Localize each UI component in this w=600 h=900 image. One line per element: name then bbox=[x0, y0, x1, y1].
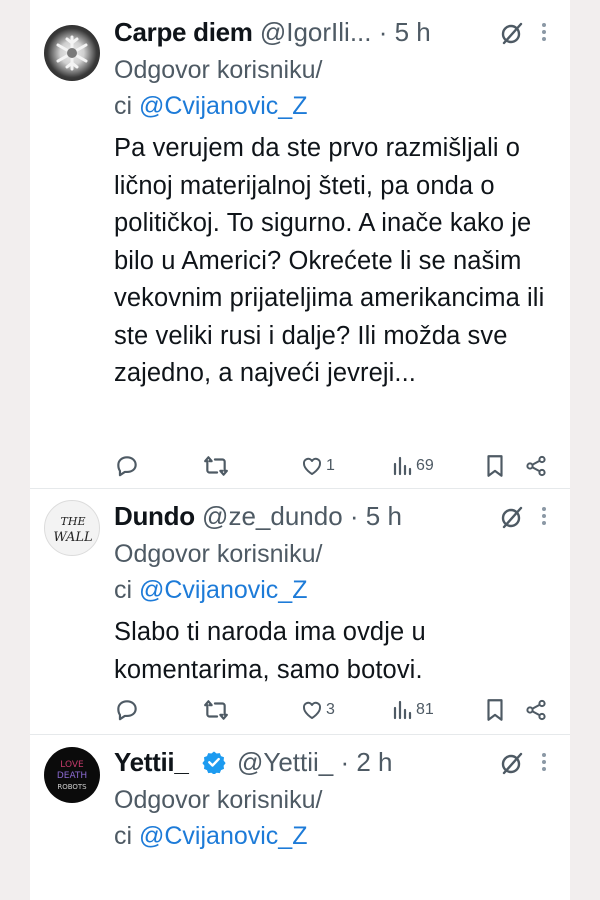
reply-button[interactable] bbox=[114, 694, 140, 726]
tweet-header: Dundo @ze_dundo · 5 h bbox=[114, 499, 556, 533]
bookmark-icon bbox=[487, 455, 503, 477]
avatar[interactable]: LOVE DEATH ROBOTS bbox=[44, 747, 100, 803]
separator-dot: · bbox=[333, 747, 357, 777]
views-icon bbox=[393, 456, 412, 476]
more-icon[interactable] bbox=[538, 17, 550, 47]
snowflake-icon bbox=[56, 35, 88, 71]
svg-text:THE: THE bbox=[61, 515, 86, 528]
mention-link[interactable]: @Cvijanovic_Z bbox=[139, 576, 307, 604]
like-icon bbox=[302, 457, 322, 475]
the-wall-logo: THE WALL bbox=[53, 515, 92, 545]
user-handle[interactable]: @IgorIli... bbox=[260, 17, 372, 47]
grok-icon[interactable] bbox=[498, 749, 526, 777]
retweet-button[interactable] bbox=[202, 694, 230, 726]
reply-icon bbox=[117, 700, 137, 721]
like-count: 3 bbox=[326, 701, 335, 718]
verified-icon bbox=[202, 751, 226, 774]
views-icon bbox=[393, 700, 412, 720]
reply-icon bbox=[117, 456, 137, 477]
svg-text:ROBOTS: ROBOTS bbox=[57, 783, 87, 791]
action-bar: 3 81 bbox=[114, 694, 556, 726]
love-death-robots-logo: LOVE DEATH ROBOTS bbox=[57, 760, 87, 791]
bookmark-icon bbox=[487, 699, 503, 721]
timestamp[interactable]: 5 h bbox=[395, 17, 431, 47]
user-handle[interactable]: @Yettii_ bbox=[237, 747, 333, 777]
tweet-text: Pa verujem da ste prvo razmišljali o lič… bbox=[114, 134, 545, 387]
more-icon[interactable] bbox=[538, 501, 550, 531]
grok-icon[interactable] bbox=[498, 503, 526, 531]
retweet-icon bbox=[204, 700, 228, 720]
retweet-button[interactable] bbox=[202, 450, 230, 482]
views-button[interactable]: 69 bbox=[392, 450, 434, 482]
display-name[interactable]: Carpe diem bbox=[114, 17, 253, 47]
bookmark-button[interactable] bbox=[484, 450, 506, 482]
share-icon bbox=[526, 455, 546, 477]
reply-context: Odgovor korisniku/ ci @Cvijanovic_Z bbox=[114, 56, 323, 120]
reply-context: Odgovor korisniku/ ci @Cvijanovic_Z bbox=[114, 540, 323, 604]
share-button[interactable] bbox=[524, 694, 548, 726]
reply-button[interactable] bbox=[114, 450, 140, 482]
like-count: 1 bbox=[326, 457, 335, 474]
svg-text:LOVE: LOVE bbox=[60, 760, 84, 770]
views-count: 81 bbox=[416, 701, 434, 718]
retweet-icon bbox=[204, 456, 228, 476]
bookmark-button[interactable] bbox=[484, 694, 506, 726]
grok-icon[interactable] bbox=[498, 19, 526, 47]
like-button[interactable]: 1 bbox=[300, 450, 335, 482]
separator-dot: · bbox=[378, 17, 395, 47]
more-icon[interactable] bbox=[538, 747, 550, 777]
mention-link[interactable]: @Cvijanovic_Z bbox=[139, 822, 307, 850]
tweet-header: Carpe diem @IgorIli... · 5 h bbox=[114, 15, 556, 49]
reply-context: Odgovor korisniku/ ci @Cvijanovic_Z bbox=[114, 786, 323, 850]
svg-text:WALL: WALL bbox=[53, 530, 92, 545]
mention-link[interactable]: @Cvijanovic_Z bbox=[139, 92, 307, 120]
svg-text:DEATH: DEATH bbox=[57, 771, 87, 781]
user-handle[interactable]: @ze_dundo bbox=[202, 501, 343, 531]
timeline: Carpe diem @IgorIli... · 5 h Odgovor kor… bbox=[30, 0, 570, 900]
share-button[interactable] bbox=[524, 450, 548, 482]
tweet-text: Slabo ti naroda ima ovdje u komentarima,… bbox=[114, 618, 426, 684]
display-name[interactable]: Dundo bbox=[114, 501, 195, 531]
share-icon bbox=[526, 699, 546, 721]
timestamp[interactable]: 5 h bbox=[366, 501, 402, 531]
action-bar: 1 69 bbox=[114, 450, 556, 482]
tweet[interactable]: LOVE DEATH ROBOTS Yettii_ @Yettii_ · 2 h bbox=[30, 735, 570, 900]
avatar[interactable] bbox=[44, 25, 100, 81]
tweet[interactable]: Carpe diem @IgorIli... · 5 h Odgovor kor… bbox=[30, 0, 570, 489]
tweet[interactable]: THE WALL Dundo @ze_dundo · 5 h Odgovor k… bbox=[30, 489, 570, 735]
views-button[interactable]: 81 bbox=[392, 694, 434, 726]
timestamp[interactable]: 2 h bbox=[356, 747, 392, 777]
separator-dot: · bbox=[342, 501, 366, 531]
like-button[interactable]: 3 bbox=[300, 694, 335, 726]
display-name[interactable]: Yettii_ bbox=[114, 747, 189, 777]
views-count: 69 bbox=[416, 457, 434, 474]
like-icon bbox=[302, 701, 322, 719]
tweet-header: Yettii_ @Yettii_ · 2 h bbox=[114, 745, 556, 779]
avatar[interactable]: THE WALL bbox=[44, 500, 100, 556]
